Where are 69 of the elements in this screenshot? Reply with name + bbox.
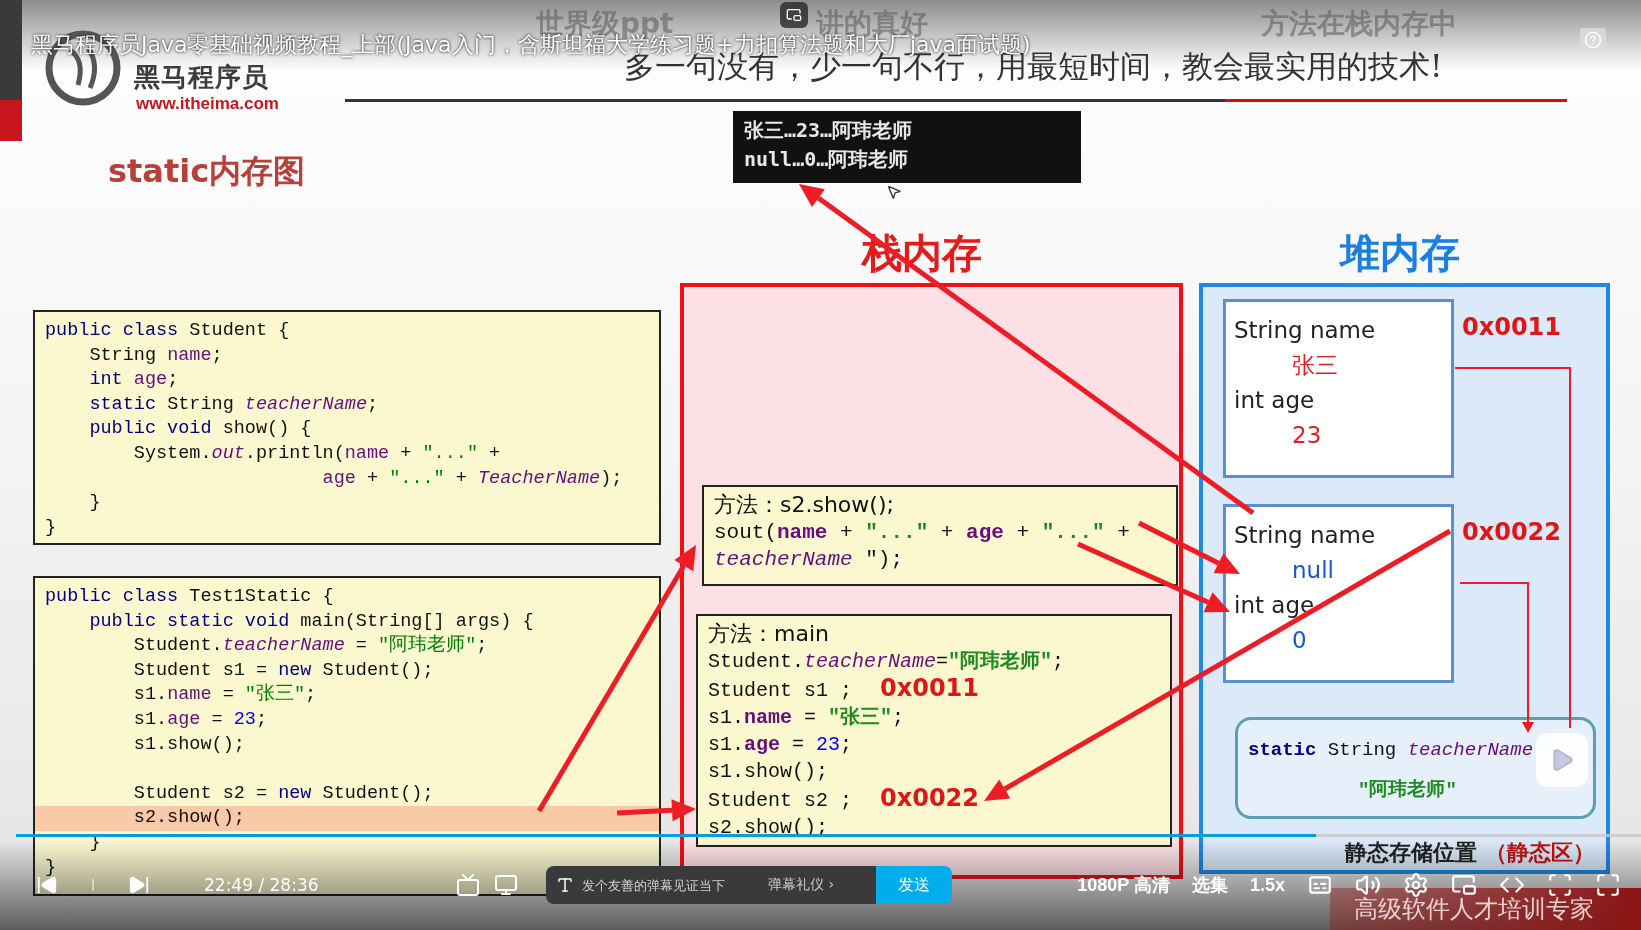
code-line: static String teacherName — [1248, 738, 1534, 763]
code-line: Student s1 ; 0x0011 — [708, 675, 980, 704]
tv-icon[interactable] — [456, 873, 480, 897]
settings-icon[interactable] — [1403, 872, 1429, 898]
code-line: age + "..." + TeacherName); — [321, 466, 624, 491]
code-line: static String teacherName; — [88, 392, 380, 417]
picture-in-picture-icon[interactable] — [1451, 872, 1477, 898]
code-line: s1.age = 23; — [708, 732, 854, 758]
code-line: } — [44, 515, 58, 540]
code-line: s1.name = "张三"; — [132, 683, 318, 708]
field-label: String name — [1234, 316, 1377, 345]
code-line: sout(name + "..." + age + "..." + — [714, 520, 1131, 546]
code-line: s1.age = 23; — [132, 707, 269, 732]
code-line: Student s2 ; 0x0022 — [708, 785, 980, 814]
code-line: int age; — [88, 368, 180, 393]
quality-button[interactable]: 1080P 高清 — [1077, 873, 1170, 897]
code-line: s1.name = "张三"; — [708, 705, 906, 731]
volume-icon[interactable] — [1355, 872, 1381, 898]
object-address: 0x0011 — [1462, 313, 1561, 341]
text-style-icon[interactable] — [556, 876, 574, 894]
code-line: "阿玮老师" — [1358, 778, 1457, 803]
frame-header: 方法：s2.show(); — [714, 491, 895, 519]
previous-icon[interactable] — [36, 874, 58, 896]
speed-button[interactable]: 1.5x — [1249, 874, 1285, 896]
etiquette-link[interactable]: 弹幕礼仪 › — [768, 876, 835, 894]
frame-header: 方法：main — [708, 620, 830, 648]
heap-heading: 堆内存 — [1340, 229, 1460, 278]
static-caption: 静态存储位置 — [1345, 839, 1477, 867]
code-line: s1.show(); — [708, 759, 830, 785]
field-value: 0 — [1291, 626, 1308, 655]
episodes-button[interactable]: 选集 — [1191, 873, 1228, 897]
web-fullscreen-icon[interactable] — [1547, 872, 1573, 898]
code-line: Student s1 = new Student(); — [132, 658, 435, 683]
code-line: public void show() { — [88, 417, 313, 442]
object-address: 0x0022 — [1462, 518, 1561, 546]
field-value: 23 — [1291, 421, 1323, 450]
console-line: 张三…23…阿玮老师 — [744, 117, 914, 144]
send-button[interactable]: 发送 — [876, 866, 952, 904]
code-line: s1.show(); — [132, 732, 246, 757]
field-label: int age — [1234, 386, 1316, 415]
code-line: } — [44, 855, 58, 880]
mouse-pointer-icon — [886, 184, 902, 200]
progress-track[interactable] — [16, 834, 1641, 837]
static-caption-note: （静态区） — [1485, 839, 1595, 867]
code-line: s2.show(); — [708, 815, 830, 841]
field-value: null — [1291, 556, 1335, 585]
playback-time: 22:49 / 28:36 — [204, 875, 319, 895]
next-icon[interactable] — [128, 874, 150, 896]
code-line: Student.teacherName="阿玮老师"; — [708, 649, 1066, 675]
code-line: public class Test1Static { — [44, 585, 335, 609]
code-line: System.out.println(name + "..." + — [132, 441, 502, 466]
logo-url: www.itheima.com — [136, 94, 279, 114]
field-label: String name — [1234, 521, 1377, 550]
slide-footer: 高级软件人才培训专家 — [1330, 888, 1641, 930]
logo-text: 黑马程序员 — [134, 61, 269, 94]
field-value: 张三 — [1291, 351, 1339, 380]
fullscreen-icon[interactable] — [1595, 872, 1621, 898]
code-line: } — [88, 491, 102, 516]
code-line: Student.teacherName = "阿玮老师"; — [132, 634, 489, 659]
danmaku-input[interactable]: 发个友善的弹幕见证当下 — [582, 877, 760, 893]
code-line: String name; — [88, 343, 224, 368]
code-line: Student s2 = new Student(); — [132, 781, 435, 806]
slide-title: static内存图 — [108, 151, 306, 192]
mini-window-icon[interactable] — [780, 2, 808, 28]
console-line: null…0…阿玮老师 — [744, 146, 910, 173]
code-line: public class Student { — [44, 319, 291, 343]
danmaku-comment: 方法在栈内存中 — [1261, 6, 1457, 42]
code-line: teacherName "); — [714, 547, 905, 573]
code-line: public static void main(String[] args) { — [88, 609, 535, 634]
